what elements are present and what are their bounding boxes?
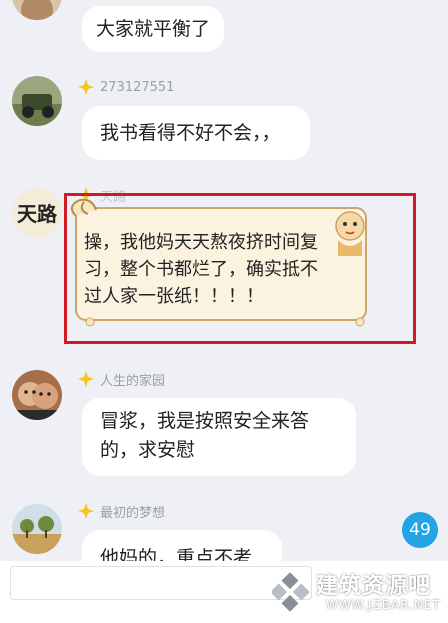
sender-name[interactable]: 最初的梦想 [100, 502, 165, 521]
avatar-calligraphy: 天路 [17, 202, 57, 226]
message-input[interactable] [10, 566, 312, 600]
message-text-line: 的，求安慰 [100, 439, 196, 461]
sender-name[interactable]: 人生的家园 [100, 370, 165, 389]
sender-row: 人生的家园 [78, 368, 165, 390]
sender-row: 最初的梦想 [78, 500, 165, 522]
avatar[interactable] [12, 76, 62, 126]
avatar[interactable] [12, 504, 62, 554]
message-bubble[interactable]: 冒浆，我是按照安全来答 的，求安慰 [82, 398, 356, 476]
watermark-url: WWW.JZBAR.NET [326, 598, 441, 612]
avatar[interactable] [12, 370, 62, 420]
star-badge-icon [78, 503, 94, 519]
unread-count-badge[interactable]: 49 [402, 512, 438, 548]
message-text-line: 冒浆，我是按照安全来答 [100, 410, 310, 432]
star-badge-icon [78, 79, 94, 95]
message-bubble[interactable]: 大家就平衡了 [82, 6, 225, 52]
avatar[interactable] [12, 0, 62, 20]
highlight-box [64, 193, 416, 344]
sender-name[interactable]: 273127551 [100, 80, 174, 95]
message-text: 大家就平衡了 [96, 18, 211, 40]
message-bubble[interactable]: 我书看得不好不会，， [82, 106, 310, 160]
sender-row: 273127551 [78, 76, 174, 98]
message-text: 我书看得不好不会，， [100, 122, 281, 144]
watermark-title: 建筑资源吧 [316, 574, 432, 599]
star-badge-icon [78, 371, 94, 387]
